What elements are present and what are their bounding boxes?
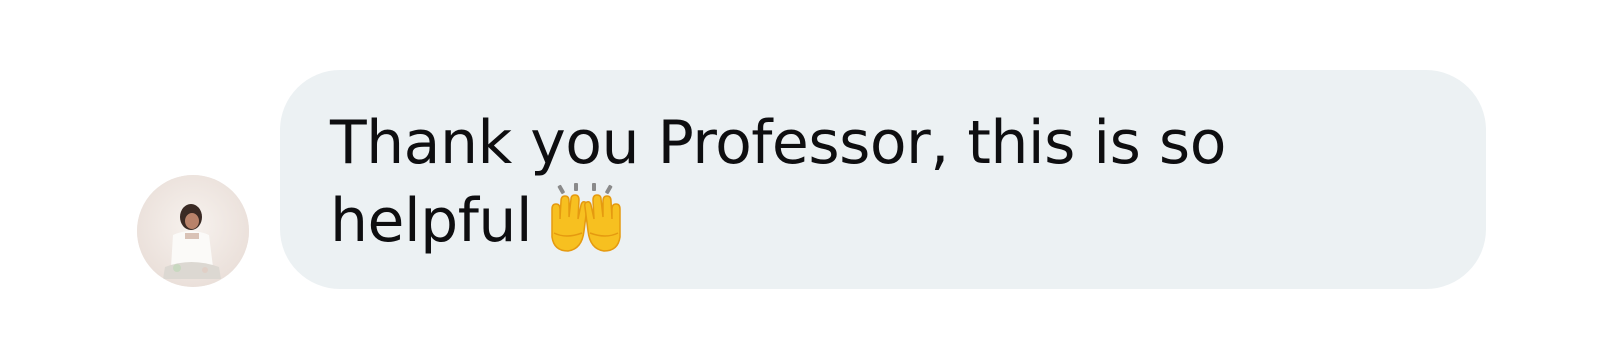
message-text: Thank you Professor, this is so helpful [330, 104, 1230, 260]
message-bubble[interactable]: Thank you Professor, this is so helpful [280, 70, 1486, 289]
raising-hands-icon [546, 183, 626, 255]
message-row: Thank you Professor, this is so helpful [0, 0, 1620, 355]
avatar-photo-icon [137, 175, 249, 287]
chat-view: Thank you Professor, this is so helpful [0, 0, 1620, 355]
sender-avatar[interactable] [137, 175, 249, 287]
message-line-1: Thank you Professor, this is so [330, 108, 1226, 178]
message-line-2-text: helpful [330, 186, 533, 256]
message-line-2: helpful [330, 182, 1230, 260]
